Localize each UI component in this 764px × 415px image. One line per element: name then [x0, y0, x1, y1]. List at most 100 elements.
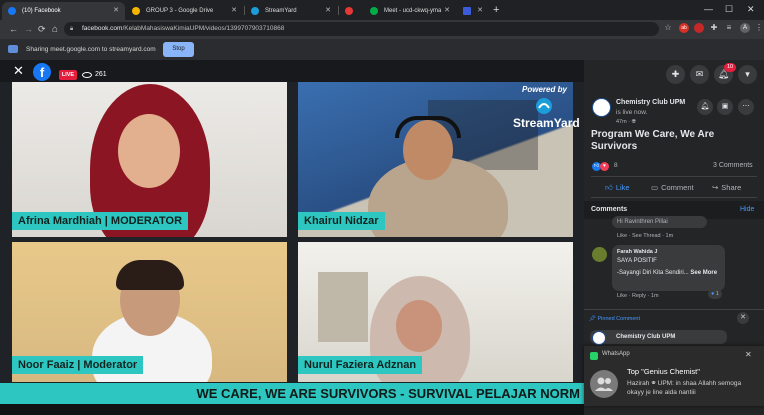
facebook-logo-icon[interactable]: f	[33, 63, 51, 81]
close-video-icon[interactable]: ✕	[13, 63, 24, 79]
profile-avatar[interactable]: A	[740, 23, 750, 33]
extension-red-icon[interactable]	[694, 23, 704, 33]
comment-text: Hi Ravinthren Pillai	[617, 219, 668, 225]
stop-sharing-button[interactable]: Stop	[163, 42, 194, 57]
time-ago: 47m ·	[616, 119, 632, 125]
back-button[interactable]: ←	[9, 20, 18, 39]
tab-facebook[interactable]: (10) Facebook ✕	[2, 2, 125, 20]
new-tab-button[interactable]: +	[493, 2, 499, 18]
streamyard-brand: StreamYard	[513, 116, 580, 130]
notify-bell-icon[interactable]: 🔔︎	[697, 99, 713, 115]
streamyard-favicon-icon	[251, 7, 259, 15]
tab-label: Meet - ucd-ckwq-yma	[384, 8, 442, 14]
comment-actions[interactable]: Like · Reply · 1m	[617, 293, 659, 299]
adblock-extension-icon[interactable]: ab	[679, 23, 689, 33]
comment-button[interactable]: ▭ Comment	[651, 183, 694, 193]
tab-close-icon[interactable]: ✕	[113, 2, 119, 20]
comment-like-number: 1	[715, 291, 719, 297]
hide-comments-link[interactable]: Hide	[740, 206, 754, 213]
reading-list-icon[interactable]: ≡	[724, 23, 734, 33]
participant-face	[396, 300, 442, 352]
participant-tile-1: Afrina Mardhiah | MODERATOR	[12, 82, 287, 237]
messenger-icon[interactable]: ✉	[690, 65, 709, 84]
extensions-puzzle-icon[interactable]: ✚	[709, 23, 719, 33]
meet-favicon-icon	[370, 7, 378, 15]
viewers-eye-icon	[82, 72, 92, 78]
like-button[interactable]: 👍︎ Like	[605, 183, 630, 193]
tab-streamyard[interactable]: StreamYard ✕	[245, 2, 337, 20]
post-title: Program We Care, We Are Survivors	[591, 129, 715, 152]
powered-by-label: Powered by	[522, 85, 567, 94]
whatsapp-icon	[590, 352, 598, 360]
reaction-count[interactable]: 8	[614, 162, 618, 169]
see-more-link[interactable]: See More	[690, 270, 717, 276]
comment-line-2: -Sayangi Diri Kita Sendiri... See More	[617, 269, 717, 277]
participant-face	[118, 114, 180, 188]
participant-name-tag: Nurul Faziera Adznan	[298, 356, 423, 374]
tab-google-drive[interactable]: GROUP 3 - Google Drive ✕	[126, 2, 243, 20]
notification-title: Top "Genius Chemist"	[627, 367, 700, 376]
tab-close-icon[interactable]: ✕	[325, 2, 331, 20]
chrome-menu-icon[interactable]: ⋮	[754, 23, 764, 33]
more-options-icon[interactable]: ⋯	[738, 99, 754, 115]
post-timestamp: 47m · 🌐︎	[616, 119, 636, 126]
share-label: Share	[721, 183, 742, 192]
home-button[interactable]: ⌂	[52, 20, 58, 39]
notification-app-name: WhatsApp	[602, 351, 630, 357]
share-button[interactable]: ↪ Share	[712, 183, 741, 193]
forward-button[interactable]: →	[24, 20, 33, 39]
video-bottom-bar	[0, 404, 584, 415]
window-close-button[interactable]: ✕	[747, 1, 755, 17]
create-button[interactable]: ✚	[666, 65, 685, 84]
commenter-avatar[interactable]	[592, 247, 607, 262]
maximize-button[interactable]: ☐	[725, 1, 733, 17]
facebook-favicon-icon	[8, 7, 16, 15]
comment-author[interactable]: Farah Wahida J	[617, 248, 657, 256]
viewer-count: 261	[95, 71, 107, 78]
globe-icon: 🌐︎	[631, 119, 636, 125]
pin-icon: 📌︎	[589, 316, 596, 322]
video-top-bar	[0, 60, 584, 82]
comment-line-1: SAYA POSITIF	[617, 258, 657, 264]
pinned-author-avatar[interactable]	[592, 331, 606, 345]
tab-screen[interactable]: ✕	[457, 2, 489, 20]
headphones-icon	[395, 116, 461, 138]
tab-recording[interactable]	[339, 2, 363, 20]
tab-close-icon[interactable]: ✕	[477, 2, 483, 20]
pinned-label-text: Pinned Comment	[597, 316, 641, 322]
notification-message: Hazirah 🕾 UPM: in shaa Allahh semoga oka…	[627, 380, 742, 396]
minimize-button[interactable]: —	[704, 1, 713, 17]
page-avatar[interactable]	[592, 98, 611, 117]
tab-google-meet[interactable]: Meet - ucd-ckwq-yma ✕	[364, 2, 456, 20]
divider	[591, 176, 757, 177]
account-menu-chevron-icon[interactable]: ▾	[738, 65, 757, 84]
streamyard-logo-icon	[536, 98, 552, 114]
participant-tile-2: Khairul Nidzar	[298, 82, 573, 237]
tab-close-icon[interactable]: ✕	[231, 2, 237, 20]
pinned-comment-label: 📌︎ Pinned Comment	[589, 316, 640, 322]
comment-actions[interactable]: Like · See Thread · 1m	[617, 233, 673, 239]
address-bar[interactable]: 🔒︎ facebook.com/KelabMahasiswaKimiaUPM/v…	[64, 22, 659, 36]
notification-close-button[interactable]: ✕	[745, 350, 752, 359]
reload-button[interactable]: ⟳	[38, 20, 46, 39]
scrolling-ticker: WE CARE, WE ARE SURVIVORS - SURVIVAL PEL…	[0, 383, 584, 404]
sharing-status-text: Sharing meet.google.com to streamyard.co…	[26, 46, 156, 53]
screen-favicon-icon	[463, 7, 471, 15]
screen-share-icon	[8, 45, 18, 53]
participant-tile-3: Noor Faaiz | Moderator	[12, 242, 287, 382]
group-avatar-icon	[590, 370, 618, 398]
page-name[interactable]: Chemistry Club UPM	[616, 99, 685, 106]
unpin-close-icon[interactable]: ✕	[737, 312, 749, 324]
lock-icon: 🔒︎	[70, 26, 74, 32]
comments-count[interactable]: 3 Comments	[713, 162, 753, 169]
thumbs-up-icon: 👍︎	[605, 183, 613, 192]
tab-close-icon[interactable]: ✕	[444, 2, 450, 20]
comments-heading: Comments	[591, 206, 628, 213]
comment-like-count: ● 1	[708, 289, 722, 299]
url-host: facebook.com	[82, 25, 123, 32]
bookmark-star-icon[interactable]: ☆	[663, 23, 673, 33]
share-icon: ↪	[712, 183, 719, 192]
tab-label: StreamYard	[265, 8, 297, 14]
save-post-icon[interactable]: ▣	[717, 99, 733, 115]
pinned-author-name[interactable]: Chemistry Club UPM	[616, 334, 675, 340]
